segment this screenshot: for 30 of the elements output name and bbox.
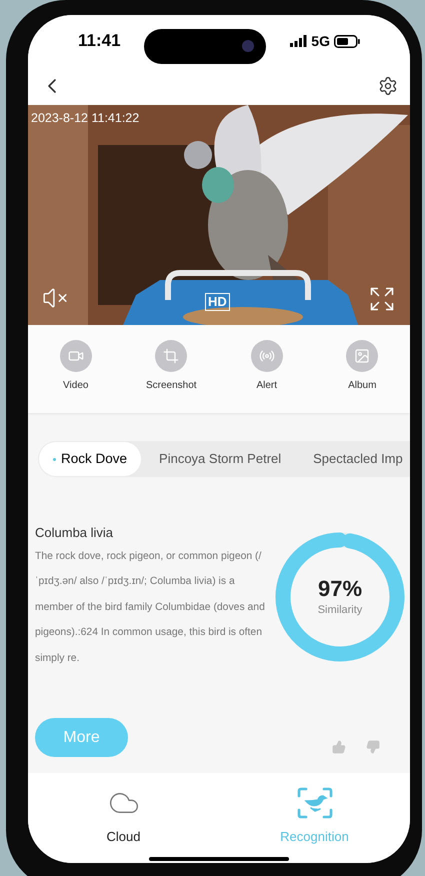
- similarity-label: Similarity: [318, 602, 362, 618]
- thumbs-down-button[interactable]: [366, 740, 380, 754]
- species-tab[interactable]: Rock Dove: [39, 442, 142, 476]
- species-tab[interactable]: Spectacled Imp: [295, 442, 410, 476]
- status-time: 11:41: [78, 30, 121, 52]
- species-name: Columba livia: [35, 524, 114, 542]
- crop-icon: [163, 348, 180, 364]
- fullscreen-button[interactable]: [368, 285, 396, 313]
- species-description: The rock dove, rock pigeon, or common pigeon (/ˈpɪdʒ.ən/ also /ˈpɪdʒ.ɪn/; Columba livia) is a member of the bird family Columbidae (doves and pigeons).:624 In common usage, this bird is often simply re.: [35, 550, 266, 666]
- fullscreen-icon: [368, 285, 396, 313]
- battery-icon: [334, 34, 360, 48]
- hd-button[interactable]: HD: [205, 293, 230, 311]
- signal-icon: [290, 35, 308, 47]
- action-button[interactable]: Album: [314, 340, 410, 413]
- action-button[interactable]: Alert: [219, 340, 314, 413]
- image-icon: [354, 348, 370, 364]
- nav-tab[interactable]: Cloud: [28, 787, 219, 846]
- thumbs-up-icon: [332, 740, 346, 754]
- similarity-value: 97%: [318, 576, 362, 602]
- species-tab[interactable]: Pincoya Storm Petrel: [141, 442, 296, 476]
- scan-bird-icon: [296, 787, 332, 819]
- thumbs-up-button[interactable]: [332, 740, 346, 754]
- action-button[interactable]: Video: [28, 340, 124, 413]
- network-label: 5G: [311, 32, 330, 50]
- settings-button[interactable]: [378, 76, 398, 96]
- broadcast-icon: [258, 348, 275, 364]
- video-timestamp: 2023-8-12 11:41:22: [31, 110, 140, 127]
- thumbs-down-icon: [366, 740, 380, 754]
- settings-icon: [378, 76, 398, 96]
- action-button[interactable]: Screenshot: [124, 340, 219, 413]
